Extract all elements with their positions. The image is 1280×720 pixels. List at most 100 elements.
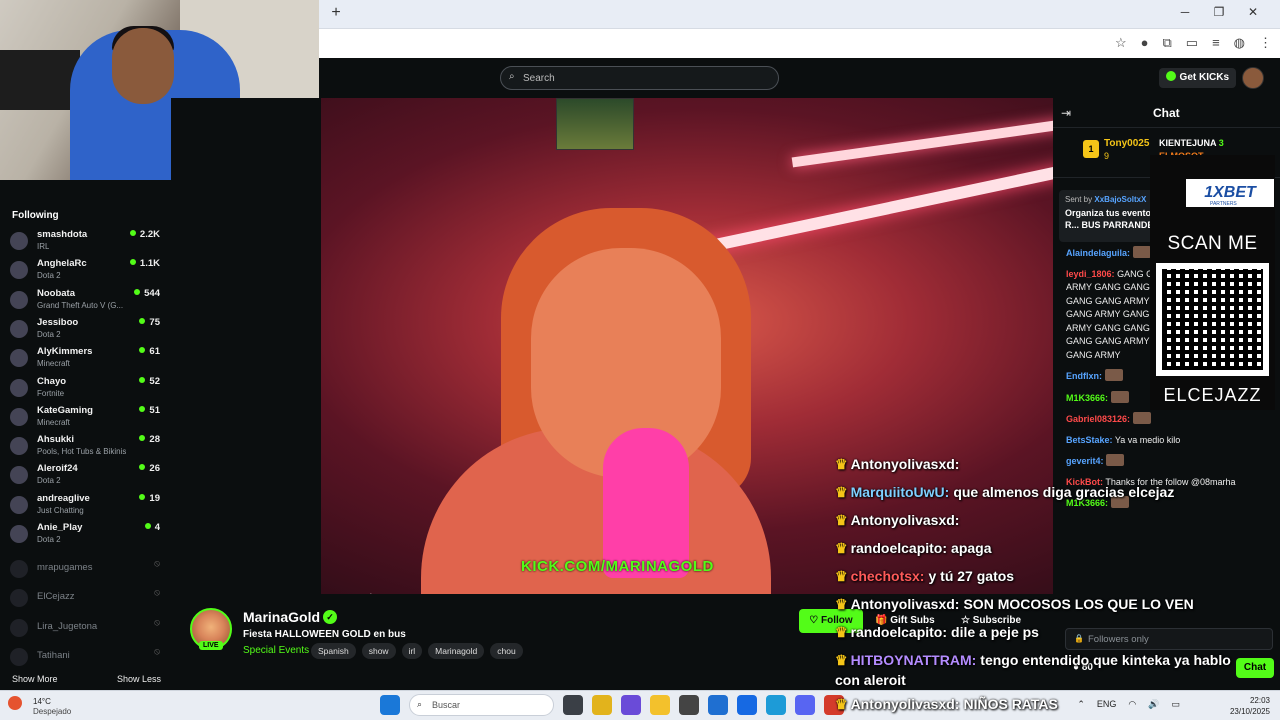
stream-tag[interactable]: Marinagold — [428, 643, 485, 659]
following-channel[interactable]: AnghelaRc Dota 2 1.1K — [10, 257, 160, 285]
extension-icon[interactable]: ● — [1141, 35, 1149, 51]
file-explorer-icon[interactable] — [650, 695, 670, 715]
offline-icon: ⦸ — [154, 587, 160, 598]
chat-username[interactable]: Endflxn: — [1066, 371, 1102, 381]
search-input[interactable]: ⌕ Search — [500, 66, 779, 90]
menu-icon[interactable]: ⋮ — [1259, 35, 1272, 51]
stream-tag[interactable]: chou — [490, 643, 523, 659]
promo-code: ELCEJAZZ — [1163, 385, 1262, 405]
chat-username[interactable]: leydi_1806: — [1066, 269, 1115, 279]
minimize-icon[interactable]: ─ — [1168, 5, 1202, 19]
stream-tag[interactable]: Spanish — [311, 643, 356, 659]
get-kicks-button[interactable]: Get KICKs — [1158, 68, 1236, 88]
channel-name: KateGaming — [37, 404, 93, 416]
overlay-chat-user: Antonyolivasxd: — [850, 696, 960, 712]
leader-name: Tony0025 — [1104, 138, 1150, 149]
search-icon: ⌕ — [509, 71, 515, 82]
sponsor-ad-overlay: 1XBET PARTNERS SCAN ME ELCEJAZZ — [1150, 155, 1275, 410]
viewer-count: 28 — [139, 434, 160, 445]
close-icon[interactable]: ✕ — [1236, 5, 1270, 19]
channel-name: AnghelaRc — [37, 258, 87, 270]
offline-channel[interactable]: mrapugames ⦸ — [10, 556, 160, 584]
chat-username[interactable]: Gabriel083126: — [1066, 414, 1130, 424]
star-icon[interactable]: ☆ — [1115, 35, 1127, 51]
stream-tags: Spanish show irl Marinagold chou — [311, 643, 523, 659]
leader-count: 9 — [1104, 151, 1110, 161]
stream-title: Fiesta HALLOWEEN GOLD en bus — [243, 629, 406, 640]
following-channel[interactable]: Aleroif24 Dota 2 26 — [10, 462, 160, 490]
channel-name: Jessiboo — [37, 316, 79, 328]
crown-icon: ♛ — [835, 696, 848, 712]
chat-username[interactable]: Alaindelaguila: — [1066, 248, 1130, 258]
address-bar[interactable]: ☆ ● ⧉ ▭ ≡ ◍ ⋮ — [319, 28, 1280, 58]
cast-icon[interactable]: ▭ — [1186, 35, 1198, 51]
copilot-icon[interactable] — [621, 695, 641, 715]
crown-icon: ♛ — [835, 624, 848, 640]
collapse-chat-icon[interactable]: ⇥ — [1061, 106, 1071, 120]
following-channel[interactable]: Anie_Play Dota 2 4 — [10, 521, 160, 549]
offline-channel[interactable]: Tatihani ⦸ — [10, 644, 160, 672]
new-tab-button[interactable]: + — [327, 5, 345, 23]
stream-tag[interactable]: irl — [401, 643, 423, 659]
show-more-button[interactable]: Show More — [12, 674, 58, 684]
stream-chat-overlay: ♛ Antonyolivasxd: ♛ MarquiitoUwU: que almeno… — [835, 450, 1235, 718]
following-channel[interactable]: AlyKimmers Minecraft 61 — [10, 345, 160, 373]
taskbar-clock[interactable]: 22:03 23/10/2025 — [1230, 695, 1270, 717]
send-chat-button[interactable]: Chat — [1236, 658, 1274, 678]
following-channel[interactable]: Ahsukki Pools, Hot Tubs & Bikinis 28 — [10, 433, 160, 461]
following-channel[interactable]: Jessiboo Dota 2 75 — [10, 316, 160, 344]
channel-game: IRL — [37, 242, 50, 251]
channel-avatar — [10, 437, 28, 456]
channel-name: mrapugames — [37, 562, 93, 573]
puzzle-icon[interactable]: ⧉ — [1162, 35, 1171, 51]
offline-channel[interactable]: ElCejazz ⦸ — [10, 585, 160, 613]
emote-icon — [1110, 390, 1129, 403]
chat-username[interactable]: M1K3666: — [1066, 393, 1108, 403]
edge-icon[interactable] — [766, 695, 786, 715]
overlay-chat-user: randoelcapito: — [850, 540, 948, 556]
chrome-icon[interactable] — [592, 695, 612, 715]
following-channel[interactable]: KateGaming Minecraft 51 — [10, 404, 160, 432]
overlay-chat-user: randoelcapito: — [850, 624, 948, 640]
windows-start-icon[interactable] — [380, 695, 400, 715]
store-icon[interactable] — [679, 695, 699, 715]
media-icon[interactable]: ≡ — [1212, 35, 1220, 51]
overlay-chat-line: ♛ MarquiitoUwU: que almenos diga gracias e… — [835, 478, 1235, 506]
channel-avatar — [10, 495, 28, 514]
chat-message[interactable]: BetsStake: Ya va medio kilo — [1066, 434, 1276, 448]
following-channel[interactable]: andreaglive Just Chatting 19 — [10, 492, 160, 520]
overlay-chat-line: ♛ Antonyolivasxd: — [835, 506, 1235, 534]
task-view-icon[interactable] — [563, 695, 583, 715]
emote-icon — [1132, 246, 1151, 258]
channel-game: Fortnite — [37, 388, 65, 398]
viewer-count: 4 — [145, 522, 160, 533]
profile-icon[interactable]: ◍ — [1234, 35, 1245, 51]
show-less-button[interactable]: Show Less — [117, 674, 161, 684]
following-channel[interactable]: Noobata Grand Theft Auto V (G... 544 — [10, 287, 160, 315]
overlay-chat-text: apaga — [951, 540, 992, 556]
viewer-count: 1.1K — [130, 258, 160, 269]
chat-username[interactable]: BetsStake: — [1066, 435, 1113, 445]
chat-message[interactable]: Gabriel083126: — [1066, 412, 1276, 427]
verified-icon: ✓ — [323, 610, 337, 624]
following-channel[interactable]: Chayo Fortnite 52 — [10, 375, 160, 403]
overlay-chat-text: que almenos diga gracias elcejaz — [953, 484, 1175, 500]
crown-icon: ♛ — [835, 596, 848, 612]
taskbar-search[interactable]: ⌕ Buscar — [409, 694, 554, 716]
streamer-name[interactable]: MarinaGold — [243, 609, 320, 625]
channel-name: Anie_Play — [37, 522, 83, 533]
outlook-icon[interactable] — [708, 695, 728, 715]
user-avatar[interactable] — [1242, 67, 1264, 89]
channel-avatar — [10, 647, 28, 666]
channel-name: Lira_Jugetona — [37, 620, 98, 632]
stream-category[interactable]: Special Events — [243, 645, 309, 656]
discord-icon[interactable] — [795, 695, 815, 715]
stream-tag[interactable]: show — [361, 643, 396, 659]
dropbox-icon[interactable] — [737, 695, 757, 715]
crown-icon: ♛ — [835, 568, 848, 584]
viewer-count: 2.2K — [130, 229, 160, 240]
following-channel[interactable]: smashdota IRL 2.2K — [10, 228, 160, 256]
offline-channel[interactable]: Lira_Jugetona ⦸ — [10, 615, 160, 643]
overlay-chat-line: ♛ Antonyolivasxd: SON MOCOSOS LOS QUE LO V… — [835, 590, 1235, 618]
maximize-icon[interactable]: ❐ — [1202, 5, 1236, 19]
